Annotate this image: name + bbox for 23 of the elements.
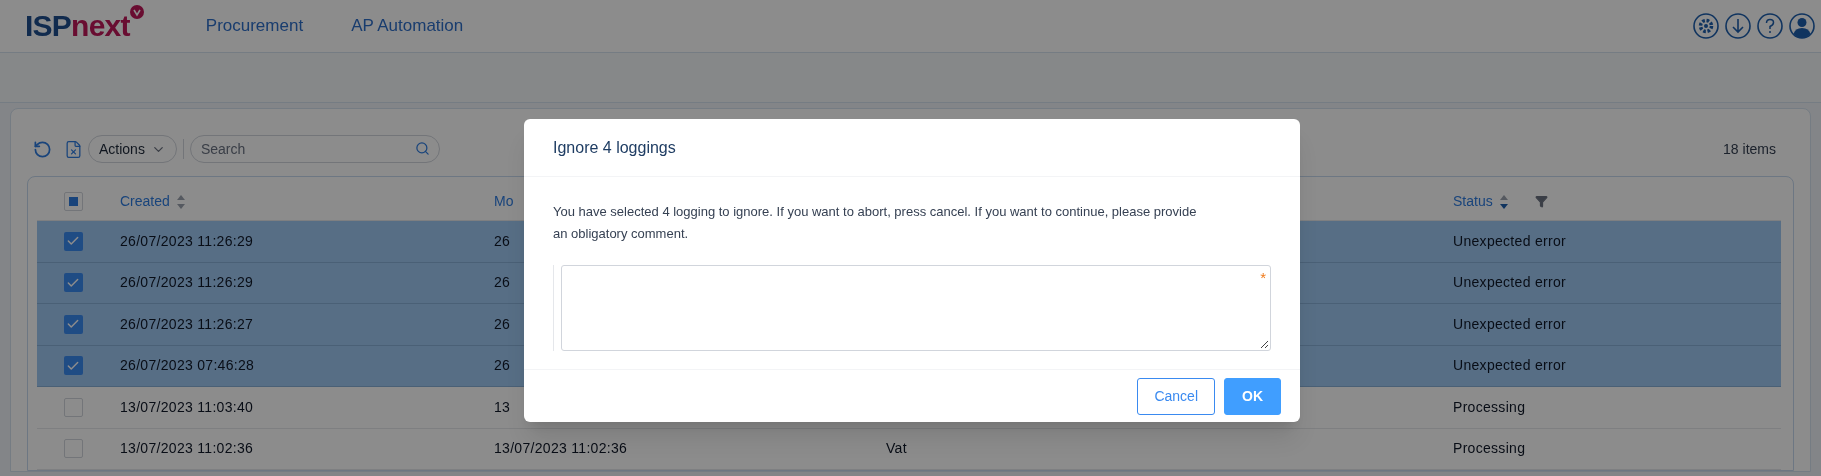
table-cell-text: 13 [494,397,511,417]
table-cell-text: 26/07/2023 07:46:28 [120,356,255,376]
table-cell-text: 13/07/2023 11:02:36 [494,439,628,459]
table-cell-text: 26 [494,231,511,251]
table-cell-text: Unexpected error [1453,231,1566,251]
dialog-message: You have selected 4 logging to ignore. If you want to abort, press cancel. If you want to continue, please provide an obligatory comment. [553,203,1198,243]
table-cell-text: 13/07/2023 11:03:40 [120,397,254,417]
table-cell-text: Unexpected error [1453,314,1566,334]
table-cell-text: 26/07/2023 11:26:29 [120,273,254,293]
table-cell-text: 13/07/2023 11:02:36 [120,439,254,459]
table-cell-text: 26 [494,356,511,376]
table-cell-text: Unexpected error [1453,273,1566,293]
table-cell-text: Vat [886,439,907,459]
item-count: 18 items [1723,139,1776,159]
required-mark: * [1260,268,1266,288]
table-cell-text: 26/07/2023 11:26:27 [120,314,254,334]
table-cell-text: 26 [494,273,511,293]
dialog-title: Ignore 4 loggings [553,137,676,158]
table-cell-text: 26/07/2023 11:26:29 [120,231,254,251]
table-cell-text: Unexpected error [1453,356,1566,376]
table-cell-text: Processing [1453,439,1526,459]
table-cell-text: Processing [1453,397,1526,417]
table-cell-text: 26 [494,314,511,334]
